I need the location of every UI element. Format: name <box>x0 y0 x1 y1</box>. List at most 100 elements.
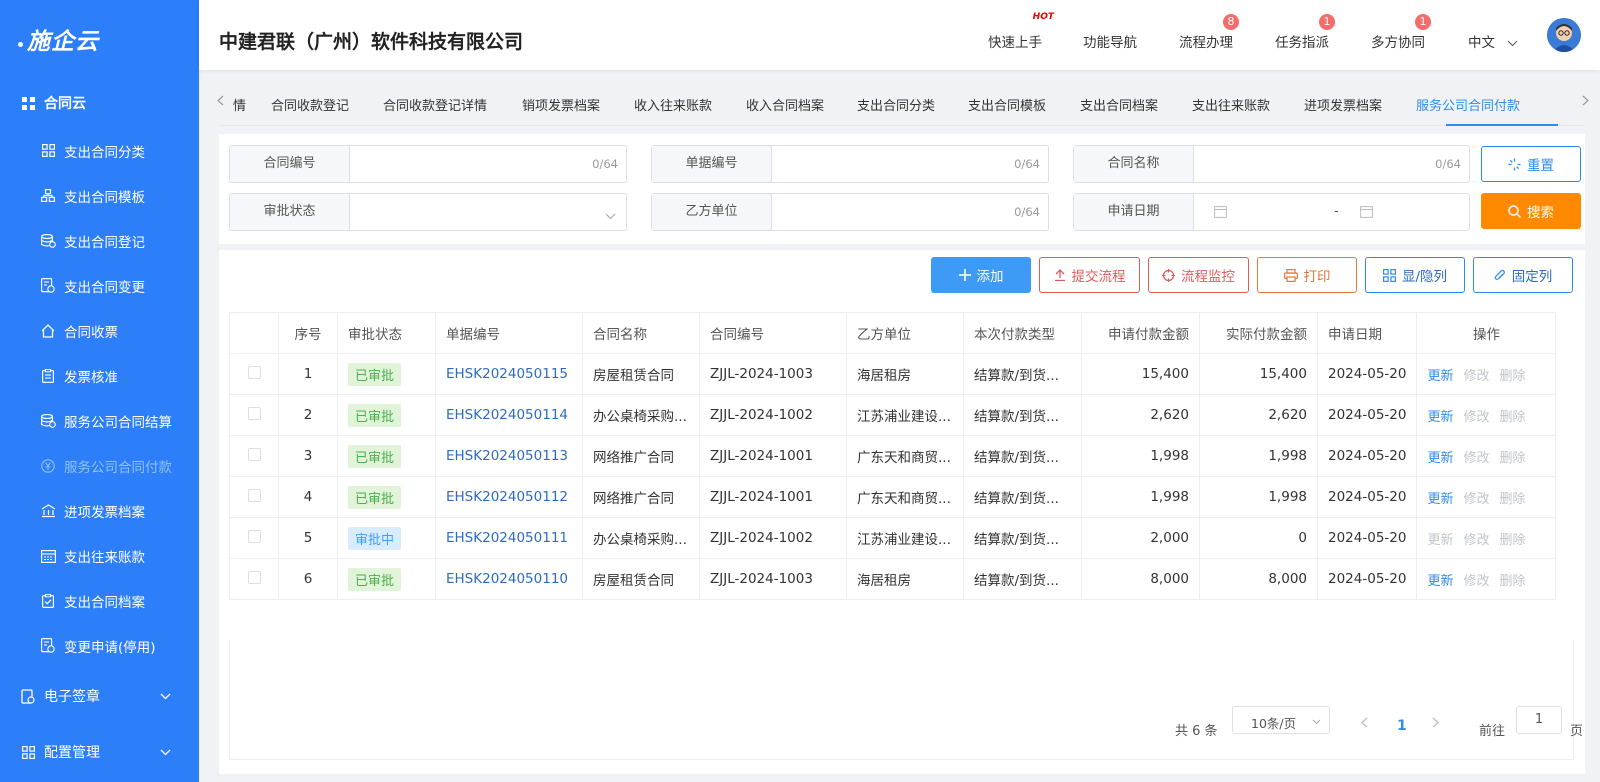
bill-cell[interactable]: EHSK2024050110 <box>435 558 583 600</box>
bill-no-link[interactable]: EHSK2024050114 <box>446 407 568 423</box>
bill-cell[interactable]: EHSK2024050113 <box>435 435 583 477</box>
table-row[interactable]: 1 已审批 EHSK2024050115 房屋租赁合同 ZJJL-2024-1003 海居… <box>229 353 1557 395</box>
tab-9[interactable]: 进项发票档案 <box>1304 95 1382 114</box>
tab-0[interactable]: 合同收款登记 <box>271 95 349 114</box>
tab-7[interactable]: 支出合同档案 <box>1080 95 1158 114</box>
bill-cell[interactable]: EHSK2024050114 <box>435 394 583 436</box>
row-checkbox[interactable] <box>247 447 261 461</box>
bill-no-link[interactable]: EHSK2024050115 <box>446 366 568 382</box>
page-size-select[interactable]: 10条/页 <box>1232 706 1330 734</box>
print-button[interactable]: 打印 <box>1257 257 1357 293</box>
language-select[interactable]: 中文 <box>1468 31 1518 51</box>
sidebar-item-6[interactable]: 服务公司合同结算 <box>0 398 199 443</box>
edit-link[interactable]: 修改 <box>1463 410 1489 425</box>
sidebar-item-3[interactable]: 支出合同变更 <box>0 263 199 308</box>
delete-link[interactable]: 删除 <box>1500 410 1526 425</box>
row-checkbox[interactable] <box>247 488 261 502</box>
delete-link[interactable]: 删除 <box>1500 574 1526 589</box>
tab-3[interactable]: 收入往来账款 <box>634 95 712 114</box>
edit-link[interactable]: 修改 <box>1463 369 1489 384</box>
show-hide-columns-button[interactable]: 显/隐列 <box>1365 257 1465 293</box>
table-row[interactable]: 2 已审批 EHSK2024050114 办公桌椅采购... ZJJL-2024-100… <box>229 394 1557 436</box>
tab-5[interactable]: 支出合同分类 <box>857 95 935 114</box>
bill-no-field[interactable]: 单据编号 0/64 <box>651 145 1049 183</box>
delete-link[interactable]: 删除 <box>1500 533 1526 548</box>
nav-quick-start[interactable]: 快速上手 HOT <box>988 12 1054 51</box>
delete-link[interactable]: 删除 <box>1500 451 1526 466</box>
table-row[interactable]: 4 已审批 EHSK2024050112 网络推广合同 ZJJL-2024-1001 广东… <box>229 476 1557 518</box>
edit-link[interactable]: 修改 <box>1463 451 1489 466</box>
tab-2[interactable]: 销项发票档案 <box>522 95 600 114</box>
bill-no-link[interactable]: EHSK2024050112 <box>446 489 568 505</box>
submit-process-button[interactable]: 提交流程 <box>1039 257 1140 293</box>
sidebar-item-5[interactable]: 发票核准 <box>0 353 199 398</box>
sidebar-item-7[interactable]: 服务公司合同付款 <box>0 443 199 488</box>
sidebar-item-config[interactable]: 配置管理 <box>0 724 199 780</box>
nav-collaboration[interactable]: 多方协同 1 <box>1371 14 1431 51</box>
edit-link[interactable]: 修改 <box>1463 574 1489 589</box>
sidebar-item-11[interactable]: 变更申请(停用) <box>0 623 199 668</box>
sidebar-group-contract-cloud[interactable]: 合同云 <box>0 78 199 128</box>
bill-no-link[interactable]: EHSK2024050110 <box>446 571 568 587</box>
table-row[interactable]: 3 已审批 EHSK2024050113 网络推广合同 ZJJL-2024-1001 广东… <box>229 435 1557 477</box>
update-link[interactable]: 更新 <box>1427 574 1453 589</box>
tab-partial[interactable]: 情 <box>233 95 246 114</box>
search-button[interactable]: 搜索 <box>1481 193 1581 229</box>
tab-8[interactable]: 支出往来账款 <box>1192 95 1270 114</box>
update-link[interactable]: 更新 <box>1427 533 1453 548</box>
tab-6[interactable]: 支出合同模板 <box>968 95 1046 114</box>
row-checkbox[interactable] <box>247 365 261 379</box>
row-checkbox[interactable] <box>247 570 261 584</box>
reset-button[interactable]: 重置 <box>1481 146 1581 182</box>
bill-cell[interactable]: EHSK2024050115 <box>435 353 583 395</box>
prev-page-icon[interactable] <box>1361 717 1368 732</box>
table-row[interactable]: 5 审批中 EHSK2024050111 办公桌椅采购... ZJJL-2024-100… <box>229 517 1557 559</box>
sidebar-item-0[interactable]: 支出合同分类 <box>0 128 199 173</box>
tab-10[interactable]: 服务公司合同付款 <box>1416 95 1520 114</box>
edit-link[interactable]: 修改 <box>1463 492 1489 507</box>
update-link[interactable]: 更新 <box>1427 451 1453 466</box>
sidebar-item-1[interactable]: 支出合同模板 <box>0 173 199 218</box>
nav-process[interactable]: 流程办理 8 <box>1179 14 1239 51</box>
apply-date-range[interactable]: 申请日期 - <box>1073 193 1470 231</box>
tabs-scroll-left-icon[interactable] <box>217 95 224 110</box>
bill-no-link[interactable]: EHSK2024050111 <box>446 530 568 546</box>
sidebar-item-9[interactable]: 支出往来账款 <box>0 533 199 578</box>
edit-link[interactable]: 修改 <box>1463 533 1489 548</box>
sidebar-item-10[interactable]: 支出合同档案 <box>0 578 199 623</box>
contract-no-field[interactable]: 合同编号 0/64 <box>229 145 627 183</box>
logo[interactable]: 施企云 <box>0 0 199 78</box>
update-link[interactable]: 更新 <box>1427 492 1453 507</box>
approval-status-select[interactable]: 审批状态 <box>229 193 627 231</box>
party-b-field[interactable]: 乙方单位 0/64 <box>651 193 1049 231</box>
bill-no-link[interactable]: EHSK2024050113 <box>446 448 568 464</box>
next-page-icon[interactable] <box>1432 717 1439 732</box>
page-number-current[interactable]: 1 <box>1397 718 1407 734</box>
nav-function-guide[interactable]: 功能导航 <box>1083 31 1137 51</box>
calendar-icon[interactable] <box>1360 205 1373 222</box>
goto-page-input[interactable]: 1 <box>1516 706 1562 734</box>
table-row[interactable]: 6 已审批 EHSK2024050110 房屋租赁合同 ZJJL-2024-1003 海居… <box>229 558 1557 600</box>
calendar-icon[interactable] <box>1214 205 1227 222</box>
delete-link[interactable]: 删除 <box>1500 369 1526 384</box>
update-link[interactable]: 更新 <box>1427 369 1453 384</box>
bill-cell[interactable]: EHSK2024050111 <box>435 517 583 559</box>
fix-columns-button[interactable]: 固定列 <box>1473 257 1573 293</box>
tabs-scroll-right-icon[interactable] <box>1582 95 1589 110</box>
row-checkbox[interactable] <box>247 529 261 543</box>
nav-task-assign[interactable]: 任务指派 1 <box>1275 14 1335 51</box>
user-avatar[interactable] <box>1547 18 1581 52</box>
tab-4[interactable]: 收入合同档案 <box>746 95 824 114</box>
contract-name-field[interactable]: 合同名称 0/64 <box>1073 145 1470 183</box>
bill-cell[interactable]: EHSK2024050112 <box>435 476 583 518</box>
sidebar-item-e-sign[interactable]: 电子签章 <box>0 668 199 724</box>
sidebar-item-4[interactable]: 合同收票 <box>0 308 199 353</box>
update-link[interactable]: 更新 <box>1427 410 1453 425</box>
process-monitor-button[interactable]: 流程监控 <box>1148 257 1249 293</box>
delete-link[interactable]: 删除 <box>1500 492 1526 507</box>
tab-1[interactable]: 合同收款登记详情 <box>383 95 487 114</box>
sidebar-item-2[interactable]: 支出合同登记 <box>0 218 199 263</box>
add-button[interactable]: 添加 <box>931 257 1031 293</box>
sidebar-item-8[interactable]: 进项发票档案 <box>0 488 199 533</box>
row-checkbox[interactable] <box>247 406 261 420</box>
